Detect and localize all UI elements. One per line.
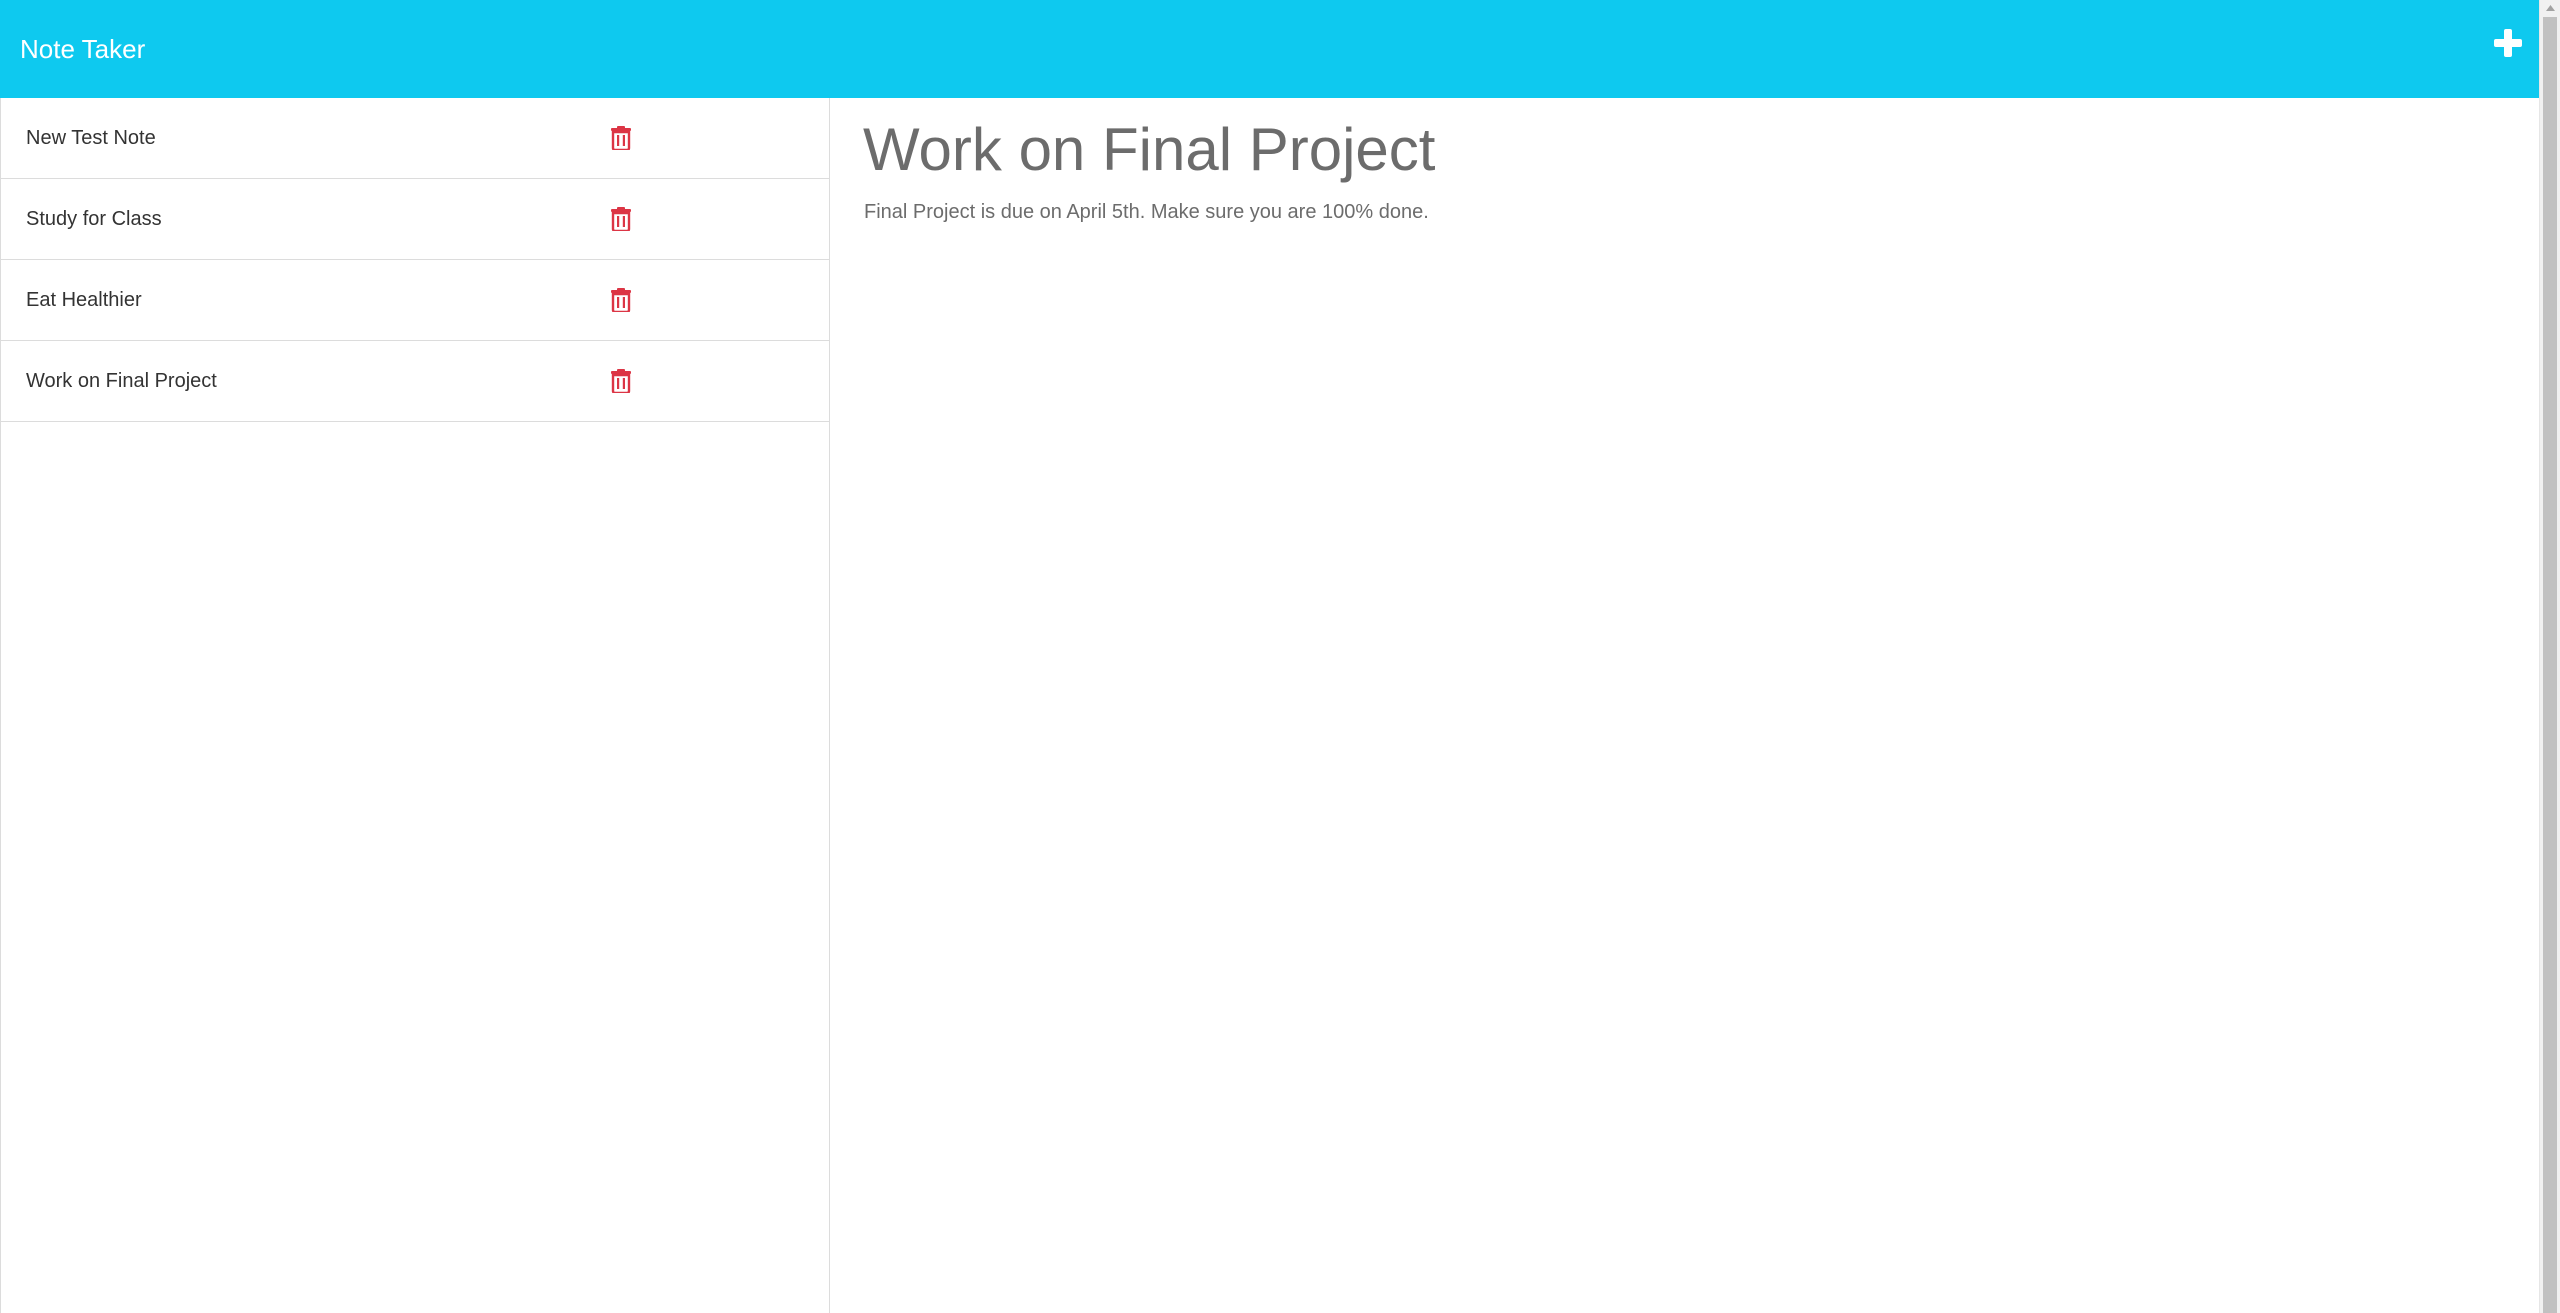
trash-icon — [611, 369, 631, 393]
note-text-field[interactable]: Final Project is due on April 5th. Make … — [864, 199, 1429, 225]
page: Note Taker New Test Note Study for Class… — [0, 0, 2560, 1313]
note-list: New Test Note Study for Class Eat Health… — [0, 98, 830, 1313]
trash-icon — [611, 207, 631, 231]
note-editor: Work on Final Project Final Project is d… — [831, 98, 2539, 1313]
note-title-field[interactable]: Work on Final Project — [863, 114, 1435, 186]
navbar: Note Taker — [0, 0, 2539, 98]
brand-title[interactable]: Note Taker — [20, 32, 145, 66]
list-item[interactable]: Study for Class — [1, 179, 829, 260]
new-note-button[interactable] — [2493, 28, 2523, 58]
note-list-item-title: Eat Healthier — [26, 289, 142, 311]
list-item[interactable]: New Test Note — [1, 98, 829, 179]
vertical-scrollbar[interactable] — [2539, 0, 2560, 1313]
trash-icon — [611, 288, 631, 312]
delete-note-button[interactable] — [611, 369, 631, 393]
note-list-item-title: Study for Class — [26, 208, 162, 230]
trash-icon — [611, 126, 631, 150]
delete-note-button[interactable] — [611, 288, 631, 312]
plus-icon — [2494, 29, 2522, 57]
note-list-item-title: New Test Note — [26, 127, 156, 149]
scroll-up-arrow-icon — [2546, 5, 2555, 11]
list-item[interactable]: Work on Final Project — [1, 341, 829, 422]
note-list-item-title: Work on Final Project — [26, 370, 217, 392]
delete-note-button[interactable] — [611, 207, 631, 231]
scrollbar-thumb[interactable] — [2543, 17, 2557, 1313]
delete-note-button[interactable] — [611, 126, 631, 150]
scroll-up-button[interactable] — [2540, 0, 2560, 17]
list-item[interactable]: Eat Healthier — [1, 260, 829, 341]
